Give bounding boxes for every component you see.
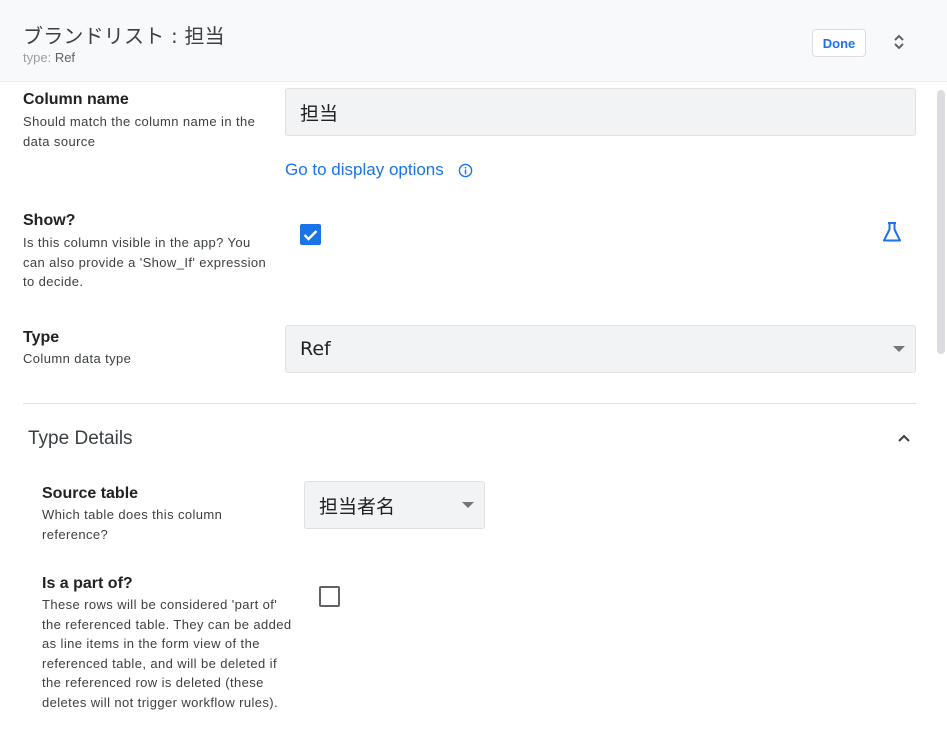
type-label: Type — [23, 329, 60, 346]
scrollbar-thumb[interactable] — [937, 90, 945, 354]
dropdown-arrow-icon — [893, 346, 905, 352]
subtitle-prefix: type: — [23, 50, 52, 65]
unfold-more-icon[interactable] — [888, 31, 910, 53]
display-options-label: Go to display options — [285, 160, 444, 179]
done-button[interactable]: Done — [812, 29, 866, 57]
display-options-link[interactable]: Go to display options — [285, 160, 473, 180]
chevron-up-icon[interactable] — [897, 430, 911, 448]
subtitle-type-value: Ref — [54, 50, 76, 65]
source-table-select[interactable]: 担当者名 — [304, 481, 485, 529]
type-select-value: Ref — [300, 338, 331, 360]
column-name-field[interactable]: 担当 — [285, 88, 916, 136]
show-label: Show? — [23, 212, 76, 229]
column-name-description: Should match the column name in the data… — [23, 114, 256, 149]
flask-icon[interactable] — [880, 220, 904, 249]
dialog-title: ブランドリスト : 担当 — [23, 24, 225, 48]
dialog-subtitle: type: Ref — [23, 50, 75, 65]
type-description: Column data type — [23, 351, 132, 366]
check-icon — [303, 229, 318, 241]
column-name-value: 担当 — [300, 102, 339, 125]
show-description: Is this column visible in the app? You c… — [23, 235, 267, 289]
is-part-of-label: Is a part of? — [42, 575, 133, 592]
show-checkbox[interactable] — [300, 224, 321, 245]
is-part-of-description: These rows will be considered 'part of' … — [42, 597, 292, 710]
dropdown-arrow-icon — [462, 502, 474, 508]
type-details-title[interactable]: Type Details — [28, 428, 133, 450]
info-icon[interactable] — [458, 163, 473, 178]
type-select[interactable]: Ref — [285, 325, 916, 373]
source-table-value: 担当者名 — [319, 495, 396, 518]
source-table-description: Which table does this column reference? — [42, 507, 223, 542]
section-divider — [23, 403, 916, 404]
column-name-label: Column name — [23, 91, 129, 108]
dialog-header: ブランドリスト : 担当 type: Ref Done — [0, 0, 947, 82]
is-part-of-checkbox[interactable] — [319, 586, 340, 607]
source-table-label: Source table — [42, 485, 139, 502]
